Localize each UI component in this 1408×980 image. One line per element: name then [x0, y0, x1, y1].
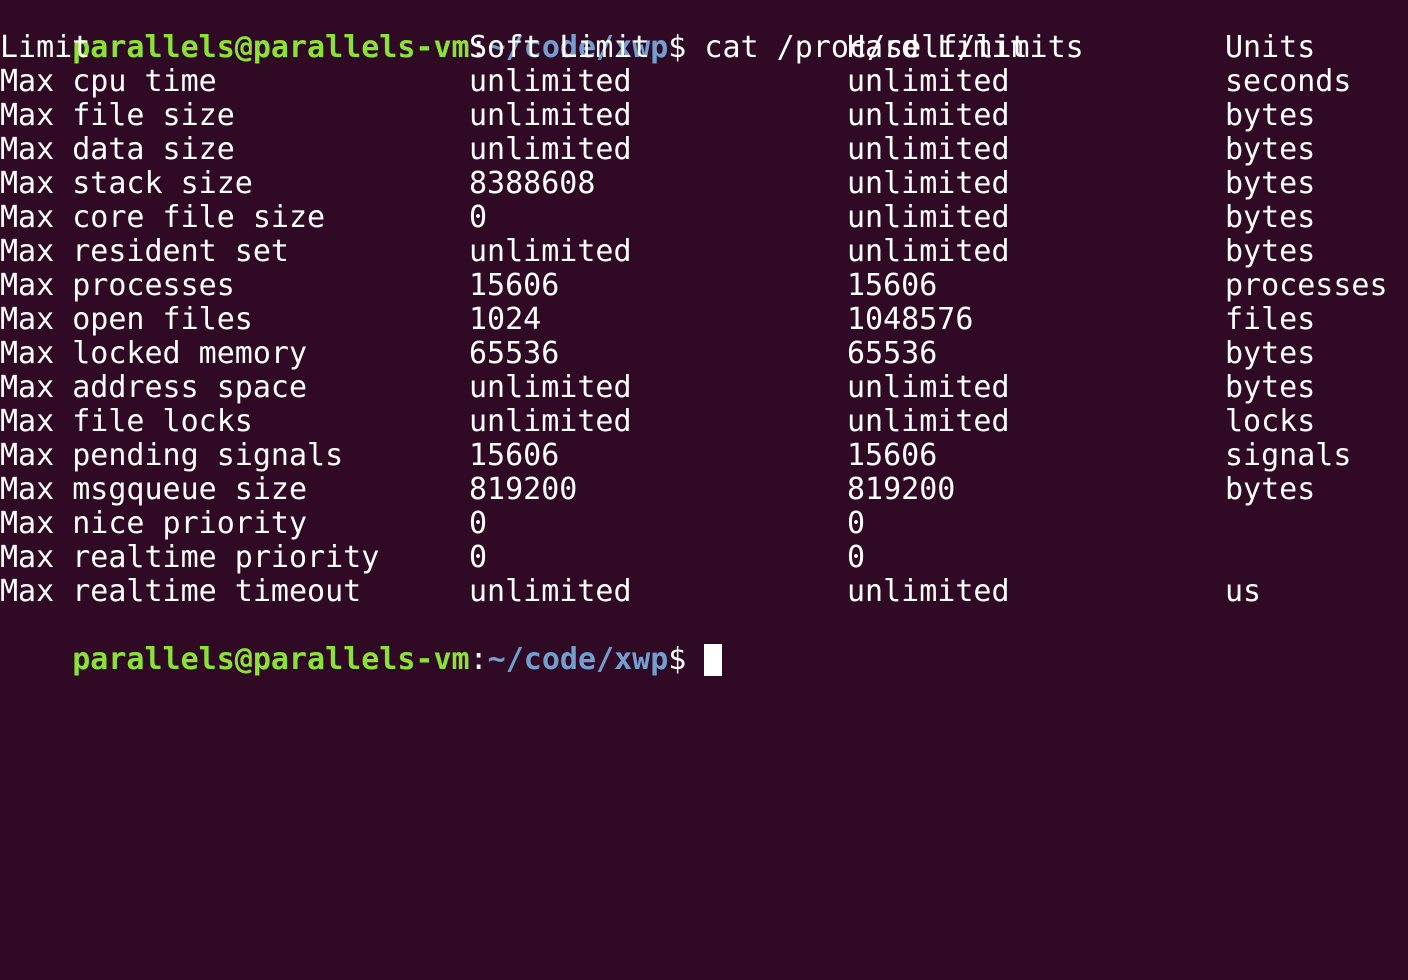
limit-name: Max resident set: [0, 234, 289, 269]
limit-name: Max processes: [0, 268, 235, 303]
header-limit: Limit: [0, 30, 91, 65]
prompt-cwd: ~/code/xwp: [487, 642, 669, 677]
limit-name: Max file locks: [0, 404, 253, 439]
limit-name: Max core file size: [0, 200, 326, 235]
hard-limit-value: unlimited: [847, 234, 1010, 269]
command-line: parallels@parallels-vm:~/code/xwp$ cat /…: [0, 0, 1408, 65]
hard-limit-value: unlimited: [847, 98, 1010, 133]
units-value: processes: [1225, 268, 1388, 303]
units-value: bytes: [1225, 200, 1316, 235]
text-cursor[interactable]: [704, 644, 723, 676]
hard-limit-value: unlimited: [847, 200, 1010, 235]
hard-limit-value: 0: [847, 506, 866, 541]
limit-name: Max file size: [0, 98, 235, 133]
limit-name: Max pending signals: [0, 438, 344, 473]
table-row: Max processes 15606 15606 processes: [0, 269, 1408, 303]
table-row: Max data size unlimited unlimited bytes: [0, 133, 1408, 167]
soft-limit-value: 8388608: [469, 166, 596, 201]
hard-limit-value: 65536: [847, 336, 938, 371]
limits-header-row: Limit Soft Limit Hard Limit Units: [0, 31, 1408, 65]
soft-limit-value: 0: [469, 506, 488, 541]
limit-name: Max msgqueue size: [0, 472, 308, 507]
table-row: Max file size unlimited unlimited bytes: [0, 99, 1408, 133]
header-soft-limit: Soft Limit: [469, 30, 650, 65]
limit-name: Max cpu time: [0, 64, 217, 99]
table-row: Max realtime priority 0 0: [0, 541, 1408, 575]
soft-limit-value: unlimited: [469, 404, 632, 439]
hard-limit-value: 819200: [847, 472, 956, 507]
soft-limit-value: unlimited: [469, 132, 632, 167]
header-units: Units: [1225, 30, 1316, 65]
soft-limit-value: 15606: [469, 438, 560, 473]
hard-limit-value: 0: [847, 540, 866, 575]
table-row: Max core file size 0 unlimited bytes: [0, 201, 1408, 235]
soft-limit-value: 65536: [469, 336, 560, 371]
soft-limit-value: unlimited: [469, 98, 632, 133]
table-row: Max open files 1024 1048576 files: [0, 303, 1408, 337]
soft-limit-value: unlimited: [469, 64, 632, 99]
hard-limit-value: unlimited: [847, 166, 1010, 201]
limit-name: Max open files: [0, 302, 253, 337]
units-value: bytes: [1225, 234, 1316, 269]
table-row: Max locked memory 65536 65536 bytes: [0, 337, 1408, 371]
units-value: locks: [1225, 404, 1316, 439]
units-value: seconds: [1225, 64, 1352, 99]
soft-limit-value: 0: [469, 200, 488, 235]
units-value: us: [1225, 574, 1262, 609]
hard-limit-value: unlimited: [847, 132, 1010, 167]
units-value: files: [1225, 302, 1316, 337]
table-row: Max nice priority 0 0: [0, 507, 1408, 541]
hard-limit-value: unlimited: [847, 574, 1010, 609]
soft-limit-value: 15606: [469, 268, 560, 303]
table-row: Max msgqueue size 819200 819200 bytes: [0, 473, 1408, 507]
soft-limit-value: unlimited: [469, 574, 632, 609]
limit-name: Max locked memory: [0, 336, 308, 371]
limit-name: Max realtime priority: [0, 540, 380, 575]
table-row: Max stack size 8388608 unlimited bytes: [0, 167, 1408, 201]
limit-name: Max address space: [0, 370, 308, 405]
table-row: Max cpu time unlimited unlimited seconds: [0, 65, 1408, 99]
table-row: Max pending signals 15606 15606 signals: [0, 439, 1408, 473]
hard-limit-value: unlimited: [847, 64, 1010, 99]
hard-limit-value: 15606: [847, 268, 938, 303]
active-prompt-line[interactable]: parallels@parallels-vm:~/code/xwp$: [0, 609, 1408, 677]
hard-limit-value: unlimited: [847, 404, 1010, 439]
hard-limit-value: 1048576: [847, 302, 974, 337]
units-value: bytes: [1225, 166, 1316, 201]
hard-limit-value: 15606: [847, 438, 938, 473]
units-value: bytes: [1225, 336, 1316, 371]
limit-name: Max nice priority: [0, 506, 308, 541]
limit-name: Max data size: [0, 132, 235, 167]
header-hard-limit: Hard Limit: [847, 30, 1028, 65]
prompt-user-host: parallels@parallels-vm: [72, 642, 470, 677]
limit-name: Max realtime timeout: [0, 574, 362, 609]
hard-limit-value: unlimited: [847, 370, 1010, 405]
soft-limit-value: 0: [469, 540, 488, 575]
prompt-colon: :: [469, 642, 488, 677]
units-value: bytes: [1225, 472, 1316, 507]
units-value: bytes: [1225, 98, 1316, 133]
terminal-window[interactable]: parallels@parallels-vm:~/code/xwp$ cat /…: [0, 0, 1408, 677]
soft-limit-value: unlimited: [469, 370, 632, 405]
soft-limit-value: 1024: [469, 302, 542, 337]
table-row: Max realtime timeout unlimited unlimited…: [0, 575, 1408, 609]
limit-name: Max stack size: [0, 166, 253, 201]
table-row: Max resident set unlimited unlimited byt…: [0, 235, 1408, 269]
table-row: Max address space unlimited unlimited by…: [0, 371, 1408, 405]
units-value: bytes: [1225, 370, 1316, 405]
units-value: bytes: [1225, 132, 1316, 167]
prompt-dollar: $: [668, 642, 687, 677]
soft-limit-value: unlimited: [469, 234, 632, 269]
soft-limit-value: 819200: [469, 472, 578, 507]
units-value: signals: [1225, 438, 1352, 473]
table-row: Max file locks unlimited unlimited locks: [0, 405, 1408, 439]
